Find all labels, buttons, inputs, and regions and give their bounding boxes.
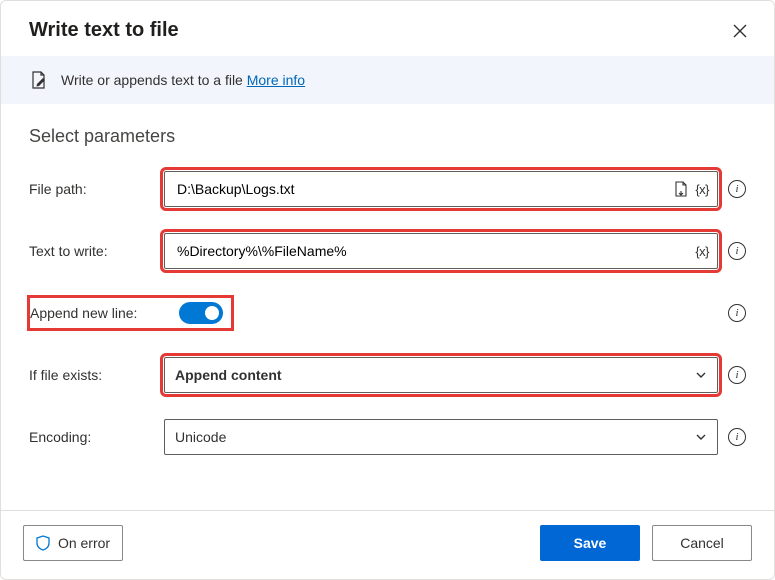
variable-picker-icon[interactable]: {x} <box>695 244 709 259</box>
label-append-new-line: Append new line: <box>30 305 161 321</box>
section-title: Select parameters <box>29 126 746 147</box>
info-icon[interactable]: i <box>728 242 746 260</box>
dialog-footer: On error Save Cancel <box>1 510 774 579</box>
toggle-append-new-line[interactable] <box>179 302 223 324</box>
chevron-down-icon <box>695 431 707 443</box>
select-if-file-exists[interactable]: Append content <box>164 357 718 393</box>
info-icon[interactable]: i <box>728 366 746 384</box>
text-to-write-field[interactable] <box>175 242 695 260</box>
select-encoding[interactable]: Unicode <box>164 419 718 455</box>
select-value: Unicode <box>175 429 226 445</box>
input-file-path[interactable]: {x} <box>164 171 718 207</box>
label-encoding: Encoding: <box>29 429 164 445</box>
label-file-path: File path: <box>29 181 164 197</box>
file-picker-icon[interactable] <box>673 181 689 197</box>
close-button[interactable] <box>730 21 750 41</box>
info-icon[interactable]: i <box>728 304 746 322</box>
row-file-path: File path: {x} i <box>29 169 746 209</box>
row-if-file-exists: If file exists: Append content i <box>29 355 746 395</box>
info-icon[interactable]: i <box>728 180 746 198</box>
input-text-to-write[interactable]: {x} <box>164 233 718 269</box>
banner-text: Write or appends text to a file More inf… <box>61 72 305 88</box>
row-append-new-line: Append new line: i <box>29 293 746 333</box>
info-banner: Write or appends text to a file More inf… <box>1 56 774 104</box>
close-icon <box>733 24 747 38</box>
select-value: Append content <box>175 367 282 383</box>
toggle-knob <box>205 306 219 320</box>
cancel-button[interactable]: Cancel <box>652 525 752 561</box>
more-info-link[interactable]: More info <box>247 72 305 88</box>
write-text-to-file-dialog: Write text to file Write or appends text… <box>0 0 775 580</box>
label-text-to-write: Text to write: <box>29 243 164 259</box>
dialog-title: Write text to file <box>29 19 179 42</box>
on-error-button[interactable]: On error <box>23 525 123 561</box>
info-icon[interactable]: i <box>728 428 746 446</box>
row-text-to-write: Text to write: {x} i <box>29 231 746 271</box>
file-edit-icon <box>29 70 49 90</box>
variable-picker-icon[interactable]: {x} <box>695 182 709 197</box>
save-button[interactable]: Save <box>540 525 640 561</box>
file-path-field[interactable] <box>175 180 673 198</box>
dialog-header: Write text to file <box>1 1 774 56</box>
row-encoding: Encoding: Unicode i <box>29 417 746 457</box>
chevron-down-icon <box>695 369 707 381</box>
form-content: Select parameters File path: {x} i Text … <box>1 104 774 510</box>
label-if-file-exists: If file exists: <box>29 367 164 383</box>
shield-icon <box>36 535 50 551</box>
